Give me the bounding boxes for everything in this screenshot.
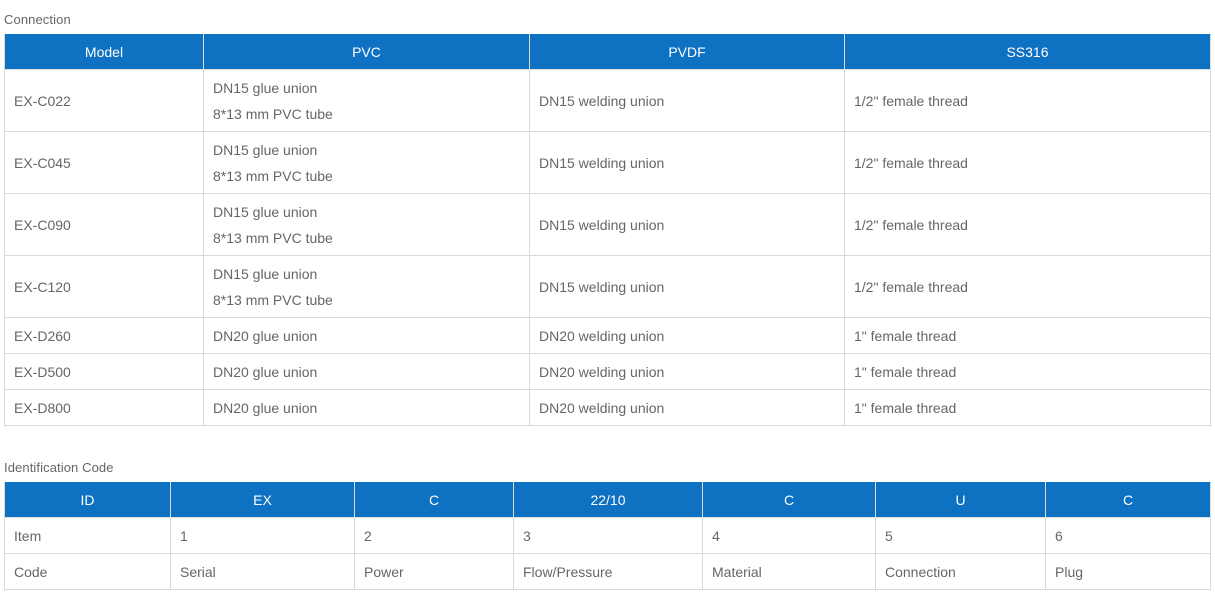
model-cell: EX-C045 xyxy=(4,131,204,194)
pvdf-cell: DN20 welding union xyxy=(529,317,845,354)
header-model: Model xyxy=(4,34,204,70)
item-cell: 2 xyxy=(354,517,514,554)
model-cell: EX-C090 xyxy=(4,193,204,256)
table-row: EX-D260 DN20 glue union DN20 welding uni… xyxy=(4,317,1211,354)
code-cell: Flow/Pressure xyxy=(513,553,703,590)
pvdf-cell: DN15 welding union xyxy=(529,131,845,194)
pvc-line: 8*13 mm PVC tube xyxy=(213,105,333,122)
pvdf-cell: DN20 welding union xyxy=(529,353,845,390)
table-row: Code Serial Power Flow/Pressure Material… xyxy=(4,553,1211,590)
ss316-cell: 1" female thread xyxy=(844,389,1211,426)
code-cell: Connection xyxy=(875,553,1046,590)
ss316-cell: 1/2" female thread xyxy=(844,193,1211,256)
pvdf-cell: DN20 welding union xyxy=(529,389,845,426)
row-label-cell: Item xyxy=(4,517,171,554)
pvc-cell: DN20 glue union xyxy=(203,389,530,426)
header-ss316: SS316 xyxy=(844,34,1211,70)
ss316-cell: 1/2" female thread xyxy=(844,69,1211,132)
table-row: EX-C090 DN15 glue union 8*13 mm PVC tube… xyxy=(4,193,1211,256)
pvc-line: 8*13 mm PVC tube xyxy=(213,229,333,246)
connection-header-row: Model PVC PVDF SS316 xyxy=(4,34,1211,70)
header-flow-pressure-code: 22/10 xyxy=(513,482,703,518)
identification-table: ID EX C 22/10 C U C Item 1 2 3 4 5 6 Cod… xyxy=(4,482,1211,590)
pvc-line: DN15 glue union xyxy=(213,265,318,282)
code-cell: Material xyxy=(702,553,876,590)
item-cell: 4 xyxy=(702,517,876,554)
header-serial-code: EX xyxy=(170,482,355,518)
ss316-cell: 1" female thread xyxy=(844,353,1211,390)
ss316-cell: 1/2" female thread xyxy=(844,255,1211,318)
code-cell: Serial xyxy=(170,553,355,590)
table-row: EX-C045 DN15 glue union 8*13 mm PVC tube… xyxy=(4,131,1211,194)
model-cell: EX-C120 xyxy=(4,255,204,318)
pvc-line: DN15 glue union xyxy=(213,203,318,220)
item-cell: 3 xyxy=(513,517,703,554)
table-row: Item 1 2 3 4 5 6 xyxy=(4,517,1211,554)
table-row: EX-D800 DN20 glue union DN20 welding uni… xyxy=(4,389,1211,426)
item-cell: 6 xyxy=(1045,517,1211,554)
connection-table: Model PVC PVDF SS316 EX-C022 DN15 glue u… xyxy=(4,34,1211,426)
pvc-line: DN15 glue union xyxy=(213,141,318,158)
item-cell: 1 xyxy=(170,517,355,554)
header-plug-code: C xyxy=(1045,482,1211,518)
pvc-line: 8*13 mm PVC tube xyxy=(213,291,333,308)
pvdf-cell: DN15 welding union xyxy=(529,193,845,256)
pvc-cell: DN15 glue union 8*13 mm PVC tube xyxy=(203,69,530,132)
table-row: EX-C022 DN15 glue union 8*13 mm PVC tube… xyxy=(4,69,1211,132)
identification-section-title: Identification Code xyxy=(4,460,114,475)
table-row: EX-D500 DN20 glue union DN20 welding uni… xyxy=(4,353,1211,390)
header-pvc: PVC xyxy=(203,34,530,70)
pvdf-cell: DN15 welding union xyxy=(529,69,845,132)
model-cell: EX-D800 xyxy=(4,389,204,426)
header-material-code: C xyxy=(702,482,876,518)
item-cell: 5 xyxy=(875,517,1046,554)
code-cell: Power xyxy=(354,553,514,590)
pvdf-cell: DN15 welding union xyxy=(529,255,845,318)
identification-header-row: ID EX C 22/10 C U C xyxy=(4,482,1211,518)
table-row: EX-C120 DN15 glue union 8*13 mm PVC tube… xyxy=(4,255,1211,318)
row-label-cell: Code xyxy=(4,553,171,590)
model-cell: EX-C022 xyxy=(4,69,204,132)
ss316-cell: 1" female thread xyxy=(844,317,1211,354)
pvc-line: 8*13 mm PVC tube xyxy=(213,167,333,184)
header-power-code: C xyxy=(354,482,514,518)
ss316-cell: 1/2" female thread xyxy=(844,131,1211,194)
pvc-cell: DN20 glue union xyxy=(203,353,530,390)
header-connection-code: U xyxy=(875,482,1046,518)
header-pvdf: PVDF xyxy=(529,34,845,70)
code-cell: Plug xyxy=(1045,553,1211,590)
model-cell: EX-D500 xyxy=(4,353,204,390)
pvc-cell: DN20 glue union xyxy=(203,317,530,354)
pvc-cell: DN15 glue union 8*13 mm PVC tube xyxy=(203,193,530,256)
model-cell: EX-D260 xyxy=(4,317,204,354)
pvc-line: DN15 glue union xyxy=(213,79,318,96)
pvc-cell: DN15 glue union 8*13 mm PVC tube xyxy=(203,131,530,194)
header-id: ID xyxy=(4,482,171,518)
connection-section-title: Connection xyxy=(4,12,71,27)
pvc-cell: DN15 glue union 8*13 mm PVC tube xyxy=(203,255,530,318)
